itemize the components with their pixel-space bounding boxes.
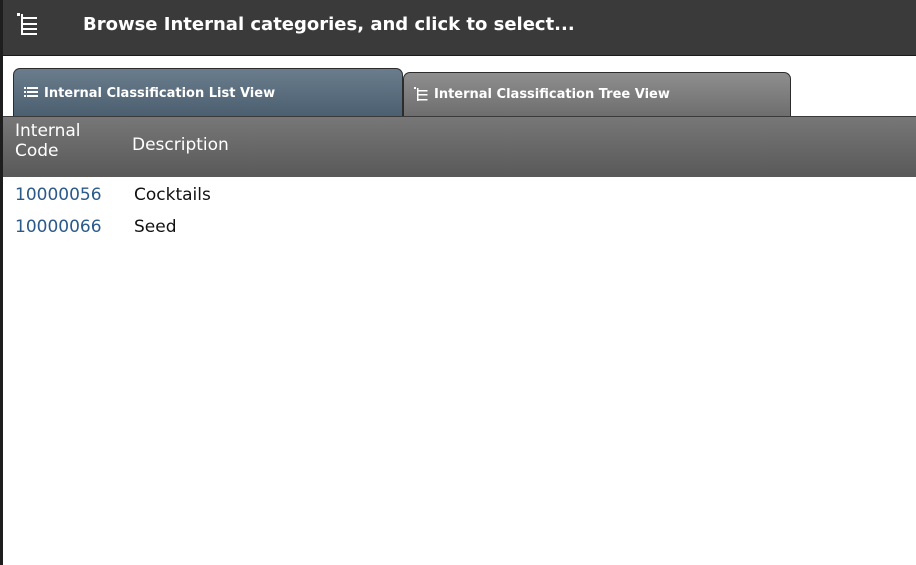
column-header-description[interactable]: Description [132, 135, 229, 155]
tab-tree-view[interactable]: Internal Classification Tree View [403, 72, 791, 116]
tab-strip: Internal Classification List View Intern… [3, 56, 916, 116]
row-description[interactable]: Seed [134, 211, 177, 243]
tab-list-view[interactable]: Internal Classification List View [13, 68, 403, 116]
title-bar: Browse Internal categories, and click to… [3, 0, 916, 56]
page-title: Browse Internal categories, and click to… [83, 14, 575, 35]
row-code[interactable]: 10000066 [15, 211, 102, 243]
row-code[interactable]: 10000056 [15, 179, 102, 211]
tab-list-view-label: Internal Classification List View [44, 86, 276, 101]
column-header-internal-code[interactable]: Internal Code [15, 121, 123, 161]
table-row[interactable]: 10000066 Seed [3, 209, 916, 241]
tree-icon [16, 12, 38, 36]
row-description[interactable]: Cocktails [134, 179, 211, 211]
tab-tree-view-label: Internal Classification Tree View [434, 87, 670, 102]
tree-icon [414, 87, 428, 101]
category-list: 10000056 Cocktails 10000066 Seed [3, 177, 916, 241]
list-icon [24, 86, 38, 100]
table-row[interactable]: 10000056 Cocktails [3, 177, 916, 209]
column-header-code-line1: Internal [15, 121, 81, 141]
table-header: Internal Code Description [3, 116, 916, 177]
category-browser-window: Browse Internal categories, and click to… [0, 0, 916, 565]
column-header-code-line2: Code [15, 141, 59, 161]
